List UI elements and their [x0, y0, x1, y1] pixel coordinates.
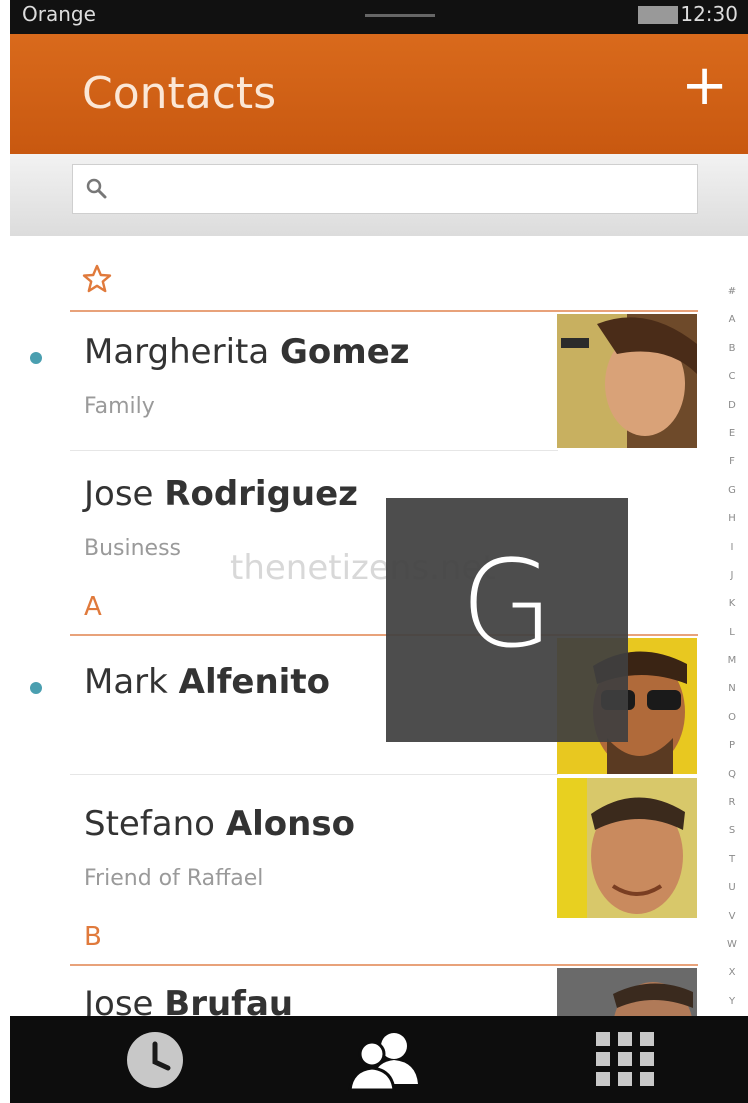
contact-first-name: Stefano [84, 804, 215, 844]
search-bar [10, 154, 748, 236]
contact-group: Family [84, 394, 155, 419]
contact-last-name: Brufau [164, 984, 294, 1016]
alphabet-index-letter[interactable]: U [722, 874, 742, 902]
alphabet-index-letter[interactable]: V [722, 903, 742, 931]
index-letter-overlay: G [386, 498, 628, 742]
alphabet-index-letter[interactable]: X [722, 959, 742, 987]
avatar [557, 778, 697, 918]
alphabet-index-letter[interactable]: I [722, 534, 742, 562]
alphabet-index-letter[interactable]: W [722, 931, 742, 959]
contact-group: Business [84, 536, 182, 561]
contact-name: Jose Rodriguez [84, 474, 358, 514]
contact-name: Stefano Alonso [84, 804, 355, 844]
alphabet-index-letter[interactable]: A [722, 306, 742, 334]
contact-name: Mark Alfenito [84, 662, 330, 702]
list-item[interactable]: Jose Brufau [0, 968, 700, 1016]
list-item[interactable]: Stefano Alonso Friend of Raffael [0, 778, 700, 920]
alphabet-index-letter[interactable]: O [722, 704, 742, 732]
contact-last-name: Alonso [225, 804, 355, 844]
contact-first-name: Jose [84, 984, 154, 1016]
contact-first-name: Margherita [84, 332, 270, 372]
section-header-b: B [70, 922, 698, 966]
alphabet-index-letter[interactable]: P [722, 732, 742, 760]
section-header-favorites [70, 258, 698, 312]
alphabet-index-letter[interactable]: R [722, 789, 742, 817]
people-icon [348, 1033, 418, 1092]
add-contact-button[interactable]: + [681, 58, 728, 114]
tab-contacts[interactable] [344, 1028, 418, 1092]
search-input[interactable] [123, 173, 683, 205]
list-item[interactable]: Margherita Gomez Family [0, 314, 700, 450]
status-time: 12:30 [680, 2, 738, 26]
app-header: Contacts + [10, 34, 748, 154]
row-divider [70, 450, 558, 451]
online-indicator [30, 352, 42, 364]
tab-recent[interactable] [120, 1028, 190, 1092]
contact-name: Jose Brufau [84, 984, 293, 1016]
overlay-letter: G [460, 536, 554, 675]
alphabet-index-letter[interactable]: L [722, 619, 742, 647]
contact-first-name: Mark [84, 662, 168, 702]
avatar [557, 968, 697, 1016]
alphabet-index[interactable]: #ABCDEFGHIJKLMNOPQRSTUVWXYZ [722, 278, 742, 1035]
clock-icon [127, 1032, 183, 1088]
alphabet-index-letter[interactable]: B [722, 335, 742, 363]
contact-last-name: Rodriguez [164, 474, 358, 514]
contact-last-name: Alfenito [178, 662, 330, 702]
contact-name: Margherita Gomez [84, 332, 410, 372]
row-divider [70, 774, 558, 775]
alphabet-index-letter[interactable]: S [722, 817, 742, 845]
alphabet-index-letter[interactable]: # [722, 278, 742, 306]
keypad-icon [596, 1032, 654, 1086]
alphabet-index-letter[interactable]: C [722, 363, 742, 391]
contact-list[interactable]: Margherita Gomez Family Jose Rodriguez B… [0, 236, 748, 1016]
bottom-tab-bar [10, 1016, 748, 1103]
alphabet-index-letter[interactable]: Q [722, 761, 742, 789]
contact-group: Friend of Raffael [84, 866, 264, 891]
alphabet-index-letter[interactable]: E [722, 420, 742, 448]
alphabet-index-letter[interactable]: F [722, 448, 742, 476]
alphabet-index-letter[interactable]: K [722, 590, 742, 618]
battery-icon [638, 6, 678, 24]
star-icon [82, 264, 112, 293]
alphabet-index-letter[interactable]: N [722, 675, 742, 703]
alphabet-index-letter[interactable]: T [722, 846, 742, 874]
alphabet-index-letter[interactable]: Y [722, 988, 742, 1016]
carrier-name: Orange [22, 2, 96, 26]
alphabet-index-letter[interactable]: M [722, 647, 742, 675]
contact-last-name: Gomez [280, 332, 410, 372]
alphabet-index-letter[interactable]: D [722, 392, 742, 420]
alphabet-index-letter[interactable]: H [722, 505, 742, 533]
online-indicator [30, 682, 42, 694]
alphabet-index-letter[interactable]: G [722, 477, 742, 505]
search-icon [86, 178, 107, 199]
tab-keypad[interactable] [590, 1028, 660, 1092]
status-indicator [365, 14, 435, 17]
avatar [557, 314, 697, 448]
search-field[interactable] [72, 164, 698, 214]
page-title: Contacts [82, 68, 277, 119]
status-bar: Orange 12:30 [10, 0, 748, 34]
alphabet-index-letter[interactable]: J [722, 562, 742, 590]
contact-first-name: Jose [84, 474, 154, 514]
